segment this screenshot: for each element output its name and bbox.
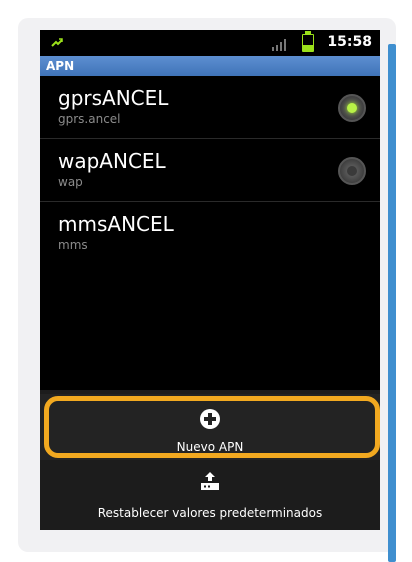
signal-icon: [272, 36, 288, 55]
reset-defaults-button[interactable]: Restablecer valores predeterminados: [40, 460, 380, 526]
reset-defaults-label: Restablecer valores predeterminados: [97, 506, 323, 520]
apn-item-mmsancel[interactable]: mmsANCEL mms: [40, 202, 380, 264]
sync-icon: [50, 35, 64, 54]
app-titlebar: APN: [40, 56, 380, 76]
apn-list: gprsANCEL gprs.ancel wapANCEL wap mmsANC…: [40, 76, 380, 264]
apn-name: mmsANCEL: [58, 212, 174, 236]
status-bar: 15:58: [40, 30, 380, 56]
battery-icon: [302, 31, 314, 52]
apn-name: wapANCEL: [58, 149, 166, 173]
apn-radio-selected[interactable]: [338, 94, 366, 122]
apn-item-wapancel[interactable]: wapANCEL wap: [40, 139, 380, 202]
status-time: 15:58: [327, 34, 372, 50]
apn-name: gprsANCEL: [58, 86, 169, 110]
apn-address: gprs.ancel: [58, 112, 121, 126]
reset-icon: [199, 470, 221, 495]
apn-radio[interactable]: [338, 157, 366, 185]
highlight-outline: [44, 396, 380, 458]
apn-address: mms: [58, 238, 88, 252]
apn-item-gprsancel[interactable]: gprsANCEL gprs.ancel: [40, 76, 380, 139]
accent-bar: [388, 44, 396, 562]
apn-address: wap: [58, 175, 83, 189]
